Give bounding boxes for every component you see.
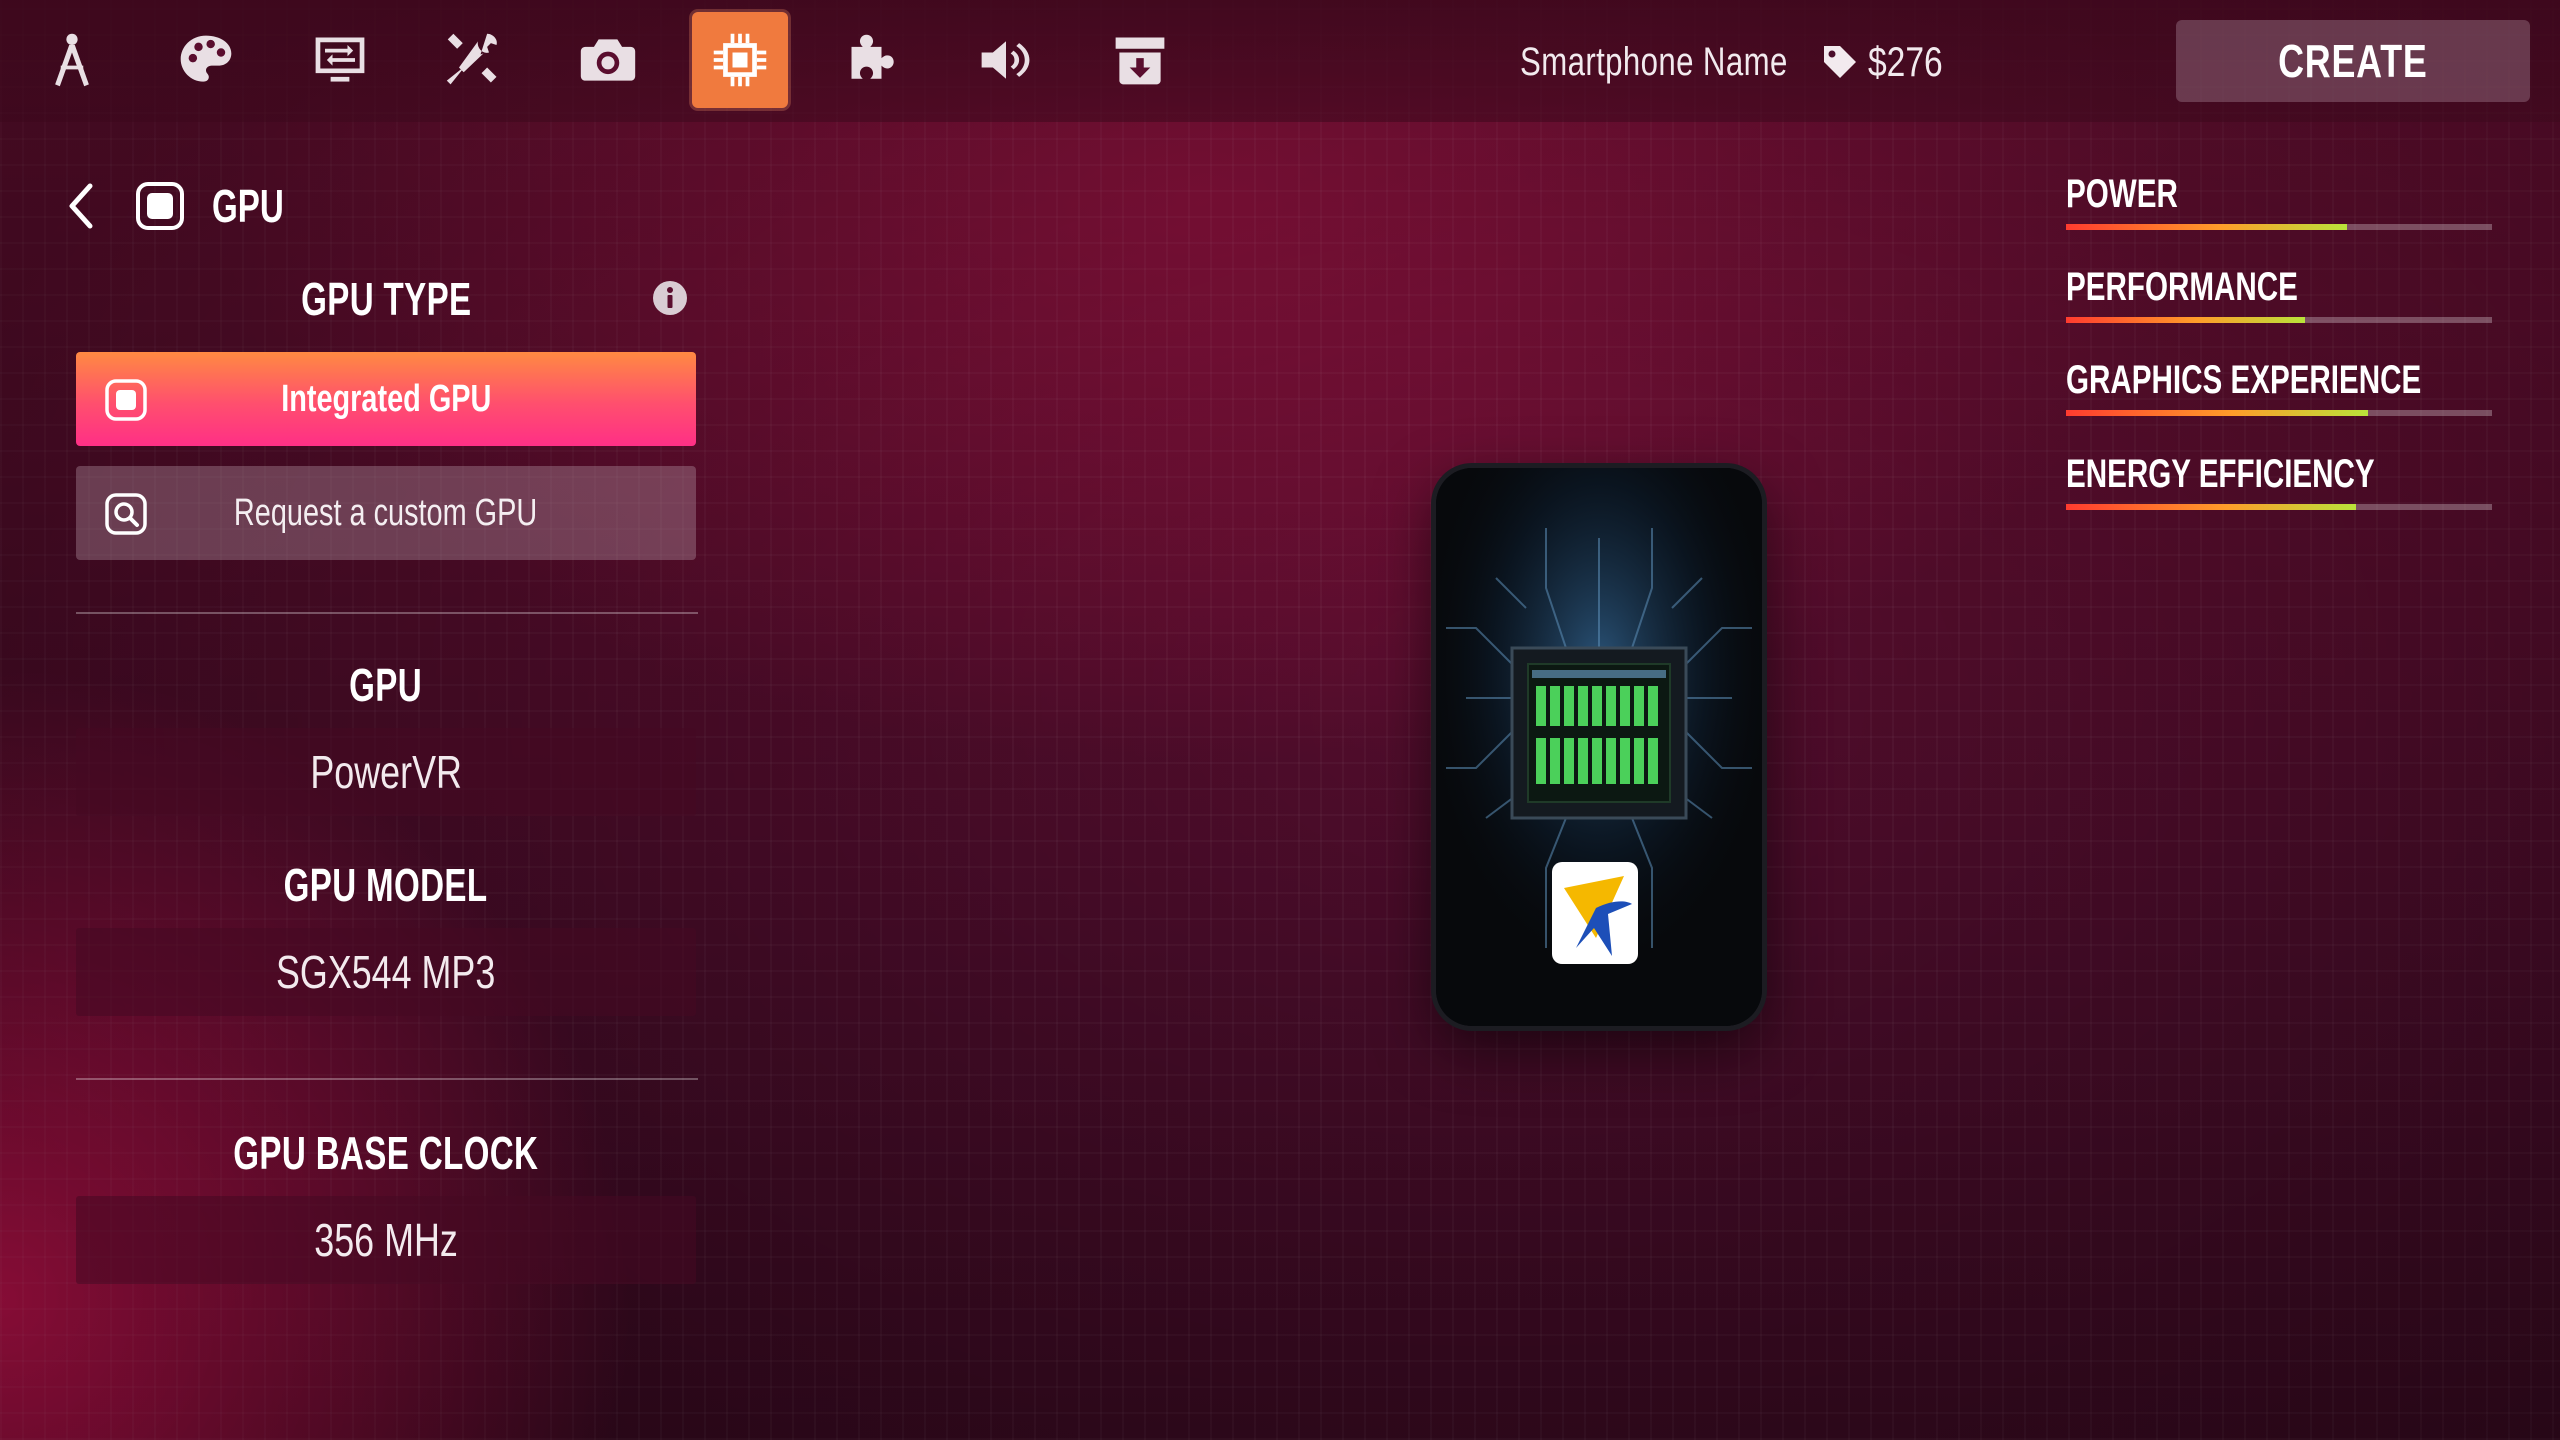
chip-icon [713,33,767,87]
tools-icon [446,33,497,85]
tool-audio[interactable] [958,12,1054,108]
gpu-type-heading: GPU TYPE [300,273,472,325]
integrated-gpu-label: Integrated GPU [280,377,492,420]
stat-graphics-bar [2066,410,2492,416]
app-logo-icon [1552,862,1638,964]
info-icon[interactable] [652,280,688,316]
panel-title: GPU [212,180,284,232]
gpu-model-field[interactable]: SGX544 MP3 [76,928,696,1016]
tool-chipset[interactable] [692,12,788,108]
stat-performance-bar [2066,317,2492,323]
design-compass-icon [55,33,89,87]
gpu-square-icon [105,379,147,421]
top-toolbar: Smartphone Name $276 CREATE [0,0,2560,122]
package-icon [1115,37,1165,85]
create-button-label: CREATE [2278,35,2428,87]
stat-graphics-experience: GRAPHICS EXPERIENCE [2066,356,2496,416]
puzzle-icon [851,34,894,79]
gpu-model-heading: GPU MODEL [284,859,488,911]
stat-performance: PERFORMANCE [2066,263,2496,323]
stat-energy-bar [2066,504,2492,510]
speaker-icon [981,41,1030,79]
stat-energy-efficiency: ENERGY EFFICIENCY [2066,450,2496,510]
tool-camera[interactable] [560,12,656,108]
tool-color[interactable] [158,12,254,108]
custom-gpu-search-icon [105,493,147,535]
integrated-gpu-option[interactable]: Integrated GPU [76,352,696,446]
back-chevron-icon[interactable] [60,180,100,232]
gpu-clock-field[interactable]: 356 MHz [76,1196,696,1284]
gpu-square-icon [136,182,184,230]
gpu-value-field[interactable]: PowerVR [76,728,696,816]
gpu-clock-heading: GPU BASE CLOCK [233,1127,539,1179]
palette-icon [180,35,232,82]
camera-icon [580,39,636,81]
phone-price: $276 [1868,38,1943,85]
divider [76,612,698,614]
tool-hardware[interactable] [426,12,522,108]
tool-packaging[interactable] [1092,12,1188,108]
custom-gpu-label: Request a custom GPU [234,491,538,534]
tool-display[interactable] [292,12,388,108]
stat-power: POWER [2066,170,2496,230]
gpu-chip-illustration [1436,468,1762,1026]
create-button[interactable]: CREATE [2176,20,2530,102]
phone-preview [1436,468,1762,1026]
divider [76,1078,698,1080]
price-tag-icon [1824,46,1856,78]
phone-name[interactable]: Smartphone Name [1520,32,1788,92]
custom-gpu-option[interactable]: Request a custom GPU [76,466,696,560]
stat-power-bar [2066,224,2492,230]
gpu-heading: GPU [349,659,423,711]
tool-features[interactable] [826,12,922,108]
display-settings-icon [315,37,365,82]
tool-design[interactable] [24,12,120,108]
